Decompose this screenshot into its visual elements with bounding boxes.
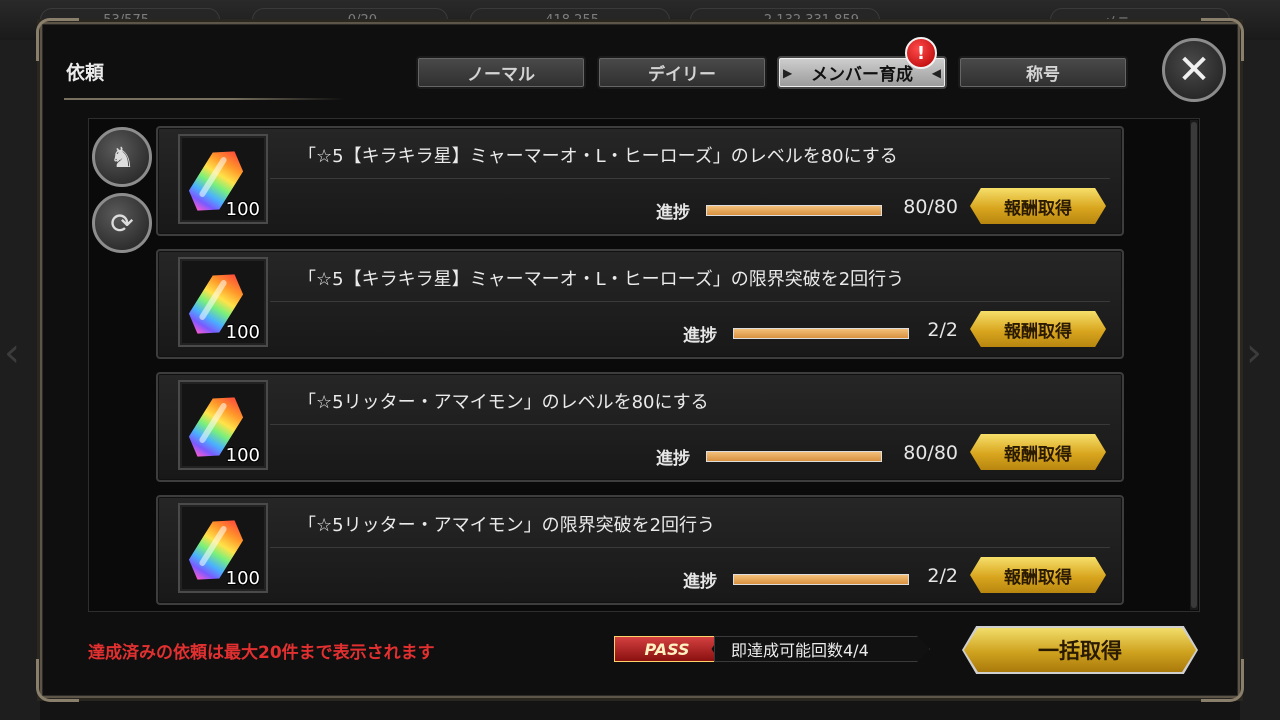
scrollbar-thumb[interactable] (1191, 122, 1197, 608)
quest-card: 100 「☆5【キラキラ星】ミャーマーオ・L・ヒーローズ」の限界突破を2回行う … (156, 249, 1124, 359)
claim-reward-button[interactable]: 報酬取得 (970, 434, 1106, 470)
progress-label: 進捗 (656, 203, 690, 223)
card-divider (270, 178, 1110, 179)
tab-label: メンバー育成 (811, 65, 913, 85)
quest-title: 「☆5【キラキラ星】ミャーマーオ・L・ヒーローズ」のレベルを80にする (298, 146, 898, 167)
tab-daily[interactable]: デイリー (597, 56, 767, 89)
reward-quantity: 100 (225, 199, 260, 220)
card-divider (270, 547, 1110, 548)
card-divider (270, 424, 1110, 425)
close-icon: ✕ (1177, 47, 1211, 93)
frame-corner-ornament (1201, 659, 1244, 702)
pass-count: 即達成可能回数4/4 (714, 636, 930, 662)
progress-bar-fill (707, 206, 881, 215)
progress-value: 80/80 (903, 442, 958, 464)
card-divider (270, 301, 1110, 302)
reward-quantity: 100 (225, 322, 260, 343)
title-underline-ornament (64, 98, 344, 100)
tab-label: ノーマル (467, 65, 535, 85)
progress-value: 2/2 (927, 565, 958, 587)
progress-value: 80/80 (903, 196, 958, 218)
modal-title: 依頼 (66, 62, 105, 84)
progress-bar-fill (707, 452, 881, 461)
progress-value: 2/2 (927, 319, 958, 341)
pass-badge-label: PASS (644, 639, 690, 659)
character-filter-button[interactable]: ♞ (92, 127, 152, 187)
bulk-claim-button[interactable]: 一括取得 (964, 628, 1196, 672)
reward-item-slot[interactable]: 100 (178, 134, 268, 224)
bg-right-arrow-icon: › (1246, 330, 1262, 376)
tab-titles[interactable]: 称号 (958, 56, 1128, 89)
refresh-button[interactable]: ⟳ (92, 193, 152, 253)
quest-title: 「☆5【キラキラ星】ミャーマーオ・L・ヒーローズ」の限界突破を2回行う (298, 269, 905, 290)
close-button[interactable]: ✕ (1162, 38, 1226, 102)
reward-item-slot[interactable]: 100 (178, 380, 268, 470)
quest-card: 100 「☆5リッター・アマイモン」のレベルを80にする 進捗 80/80 報酬… (156, 372, 1124, 482)
pass-badge: PASS (614, 636, 720, 662)
tab-active-left-marker-icon: ▶ (783, 66, 793, 80)
bg-left-arrow-icon: ‹ (4, 330, 20, 376)
refresh-icon: ⟳ (110, 206, 134, 240)
progress-bar (706, 205, 882, 216)
claim-reward-button[interactable]: 報酬取得 (970, 311, 1106, 347)
footer-note: 達成済みの依頼は最大20件まで表示されます (88, 643, 435, 663)
tab-active-right-marker-icon: ◀ (931, 66, 941, 80)
quest-card: 100 「☆5【キラキラ星】ミャーマーオ・L・ヒーローズ」のレベルを80にする … (156, 126, 1124, 236)
claim-reward-button[interactable]: 報酬取得 (970, 557, 1106, 593)
quest-title: 「☆5リッター・アマイモン」のレベルを80にする (298, 392, 709, 413)
progress-bar (706, 451, 882, 462)
tab-label: デイリー (648, 65, 716, 85)
bg-left-side (0, 40, 40, 720)
progress-label: 進捗 (656, 449, 690, 469)
progress-label: 進捗 (683, 572, 717, 592)
reward-item-slot[interactable]: 100 (178, 503, 268, 593)
frame-corner-ornament (36, 18, 79, 61)
claim-reward-button[interactable]: 報酬取得 (970, 188, 1106, 224)
alert-badge-icon: ! (905, 37, 937, 69)
tab-normal[interactable]: ノーマル (416, 56, 586, 89)
reward-quantity: 100 (225, 445, 260, 466)
knight-helmet-icon: ♞ (109, 140, 135, 174)
reward-quantity: 100 (225, 568, 260, 589)
quest-title: 「☆5リッター・アマイモン」の限界突破を2回行う (298, 515, 716, 536)
tab-label: 称号 (1026, 65, 1060, 85)
frame-corner-ornament (36, 659, 79, 702)
progress-label: 進捗 (683, 326, 717, 346)
bg-right-side (1240, 40, 1280, 720)
pass-instant-complete: PASS 即達成可能回数4/4 (614, 636, 930, 664)
quest-card: 100 「☆5リッター・アマイモン」の限界突破を2回行う 進捗 2/2 報酬取得 (156, 495, 1124, 605)
reward-item-slot[interactable]: 100 (178, 257, 268, 347)
